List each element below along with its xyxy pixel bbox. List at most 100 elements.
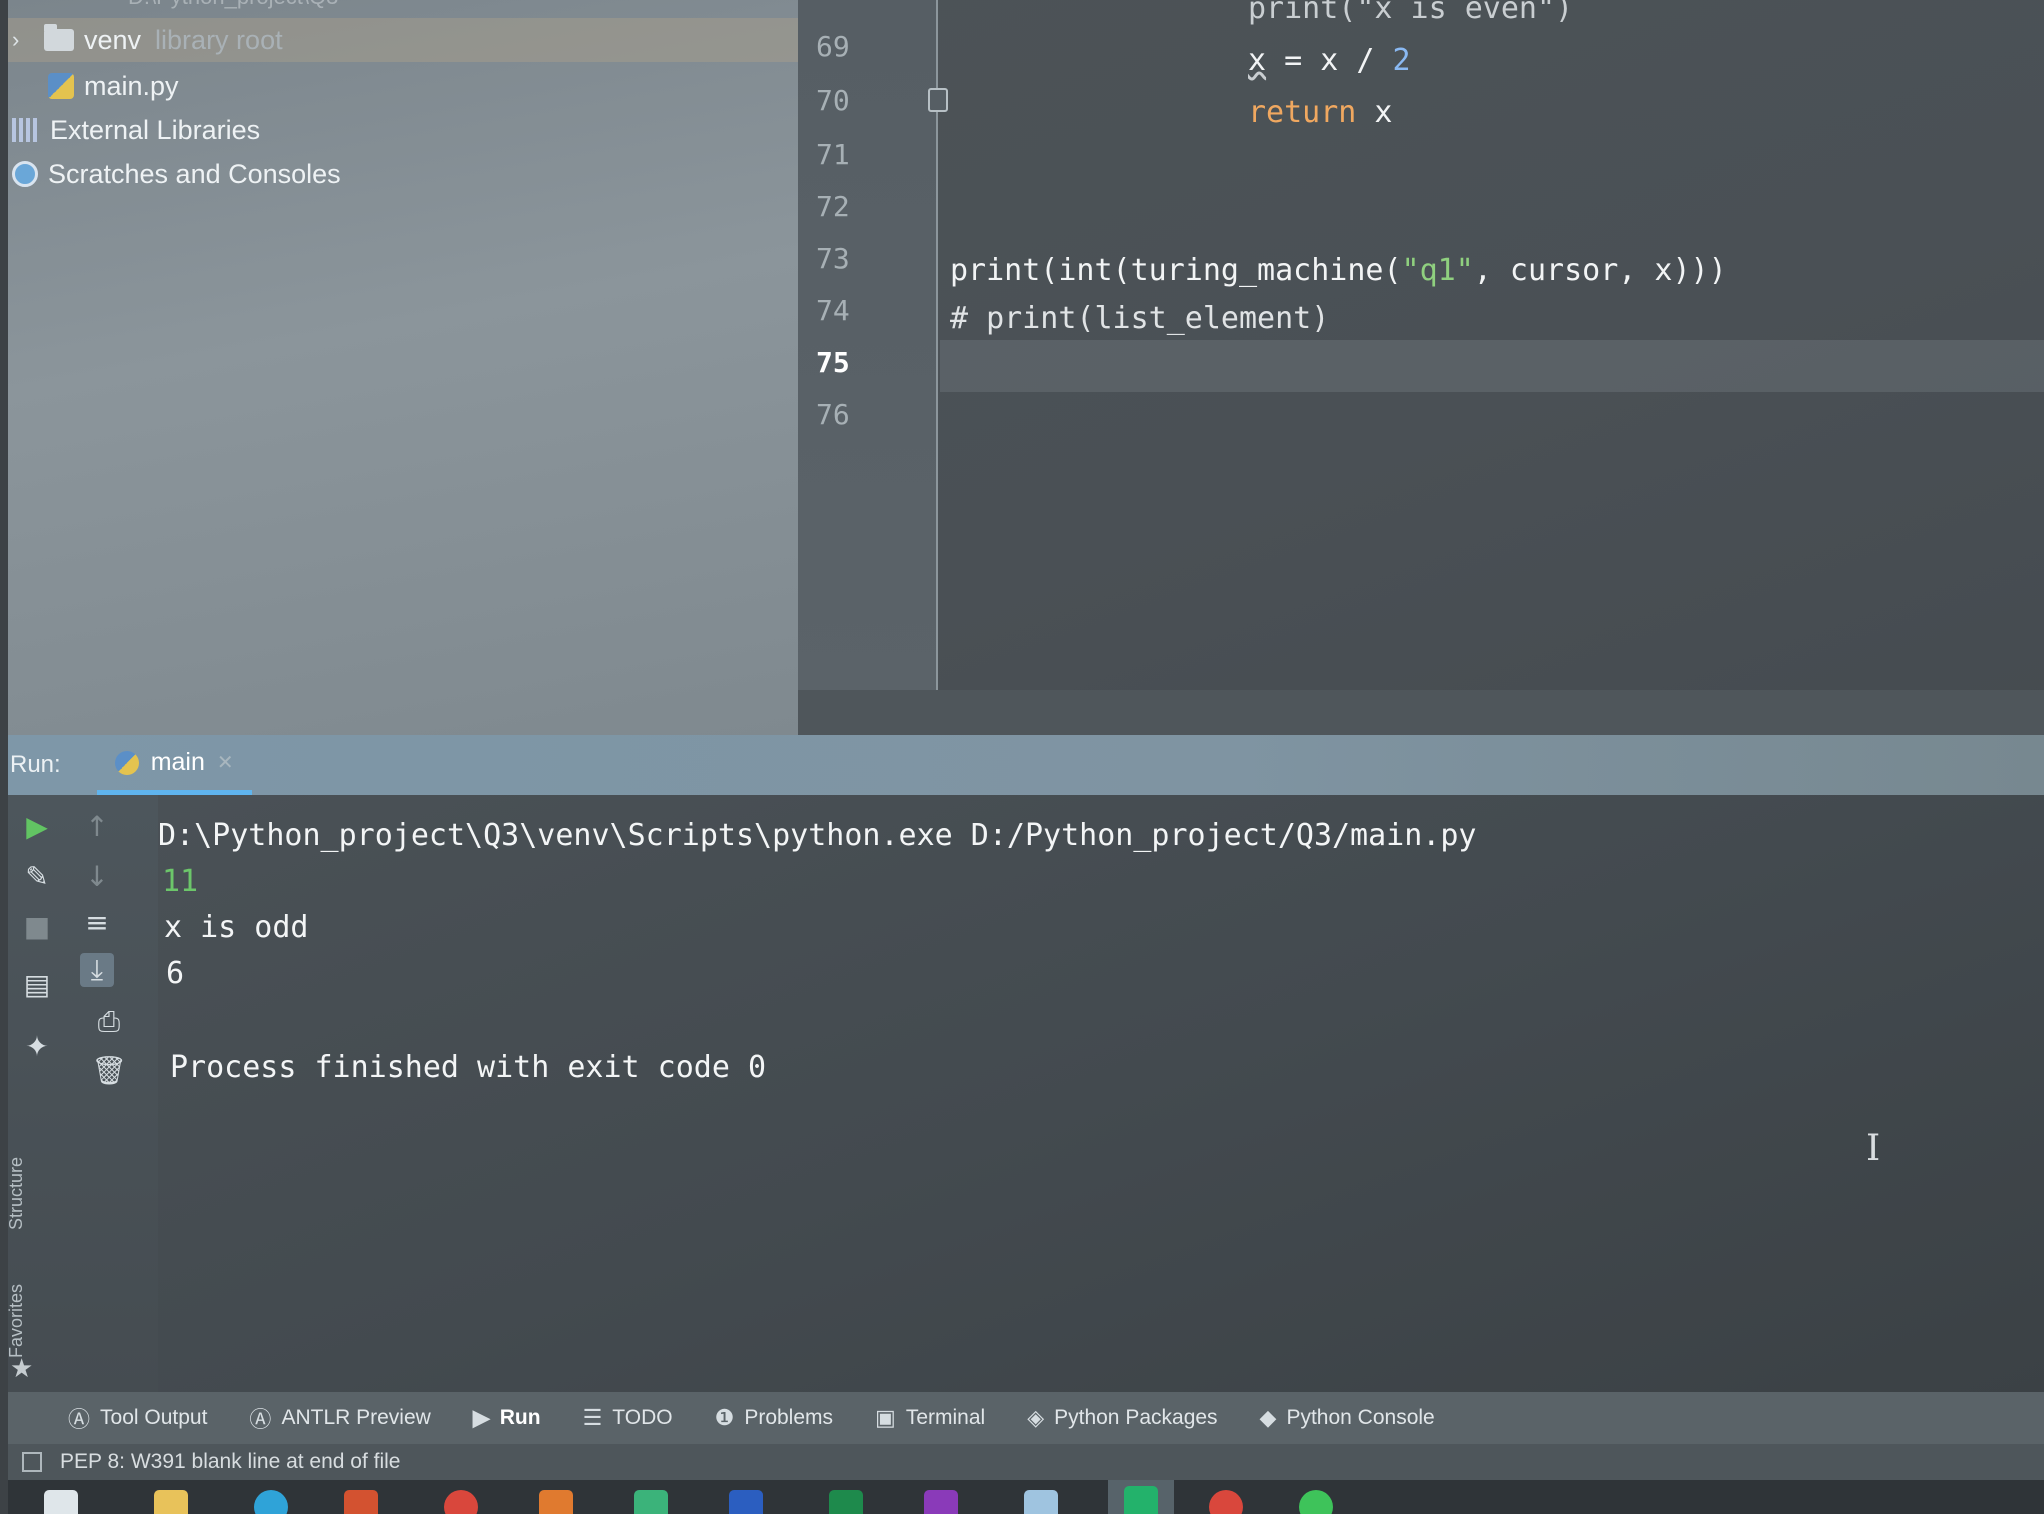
rerun-icon[interactable]: ▶ [20,809,54,843]
python-console-button[interactable]: ◆ Python Console [1260,1392,1435,1444]
edge-icon-glyph [254,1490,288,1514]
problems-button[interactable]: ❶ Problems [715,1392,833,1444]
run-icon: ▶ [472,1405,490,1430]
terminal-icon: ▣ [875,1405,896,1430]
star-icon[interactable]: ★ [10,1354,33,1384]
windows-taskbar [8,1480,2044,1514]
python-packages-button[interactable]: ◈ Python Packages [1027,1392,1217,1444]
status-toggle-icon[interactable] [22,1452,42,1472]
intellij-icon[interactable] [918,1484,964,1514]
status-bar: PEP 8: W391 blank line at end of file [8,1444,2044,1480]
run-console[interactable]: D:\Python_project\Q3\venv\Scripts\python… [158,795,2044,1395]
python-console-icon: ◆ [1259,1405,1277,1430]
chrome-icon-glyph [444,1490,478,1514]
word-icon-glyph [729,1490,763,1514]
code-token: print(int(turing_machine( [950,252,1402,288]
packages-icon: ◈ [1027,1405,1045,1430]
terminal-button[interactable]: ▣ Terminal [875,1392,985,1444]
firefox-icon[interactable] [533,1484,579,1514]
wrench-icon[interactable]: ✎ [20,859,54,893]
tree-item-label: External Libraries [50,114,261,145]
powerpoint-icon[interactable] [338,1484,384,1514]
tree-item-main-py[interactable]: main.py [8,64,798,108]
scroll-to-end-icon[interactable]: ⤓ [80,953,114,987]
print-icon[interactable]: ⎙ [92,1005,126,1039]
chrome-icon[interactable] [438,1484,484,1514]
code-token: x [1248,42,1267,78]
line-number-current: 75 [816,345,850,379]
tree-item-label: Scratches and Consoles [48,158,341,189]
tool-button-label: Python Packages [1054,1406,1218,1429]
run-tool-button[interactable]: ▶ Run [473,1392,541,1444]
tree-item-venv[interactable]: › venv library root [8,18,798,62]
soft-wrap-icon[interactable]: ≡ [80,905,114,939]
fold-marker-icon[interactable] [928,88,948,112]
edge-icon[interactable] [248,1484,294,1514]
favorites-side-tab[interactable]: Favorites [8,1268,36,1358]
folder-icon [44,24,74,51]
code-token: = x / [1266,42,1393,78]
excel-icon[interactable] [823,1484,869,1514]
stop-icon[interactable]: ■ [20,909,54,943]
tool-output-button[interactable]: Ⓐ Tool Output [68,1392,207,1444]
antlr-preview-button[interactable]: Ⓐ ANTLR Preview [249,1392,430,1444]
line-number-gutter: 69 70 71 72 73 74 75 76 [798,0,938,690]
tree-root-partial[interactable]: D:\Python_project\Q3 [8,0,798,12]
chevron-right-icon[interactable]: › [12,27,34,53]
edge-beta-icon[interactable] [628,1484,674,1514]
tool-button-label: Python Console [1286,1406,1435,1429]
code-token: 2 [1392,42,1411,78]
line-number: 70 [816,83,850,117]
layout-icon[interactable]: ▤ [20,967,54,1001]
scratch-icon [12,161,38,187]
arrow-up-icon[interactable]: ↑ [80,809,114,843]
structure-side-tab[interactable]: Structure [8,1120,36,1230]
run-tab-main[interactable]: main ✕ [96,735,252,795]
code-line-70: return x [1248,86,2044,138]
excel-icon-glyph [829,1490,863,1514]
notepad-icon[interactable] [1018,1484,1064,1514]
code-line-75-current [940,340,2044,392]
tree-item-scratches[interactable]: Scratches and Consoles [8,152,798,196]
python-icon [114,750,139,775]
trash-icon[interactable]: 🗑 [91,1053,127,1087]
tool-output-icon: Ⓐ [68,1407,91,1432]
intellij-icon-glyph [924,1490,958,1514]
file-explorer-icon[interactable] [148,1484,194,1514]
windows-start-icon[interactable] [38,1484,84,1514]
code-token: return [1248,94,1357,130]
arrow-down-icon[interactable]: ↓ [80,859,114,893]
line-number: 76 [816,397,850,431]
pycharm-icon[interactable] [1108,1480,1174,1514]
library-icon [12,118,40,142]
tree-item-external-libraries[interactable]: External Libraries [8,108,798,152]
powerpoint-icon-glyph [344,1490,378,1514]
code-line-partial: print("x is even") [1248,0,2044,34]
code-text: print("x is even") [1248,0,1574,26]
console-line-output: x is odd [164,909,309,945]
whatsapp-icon-glyph [1299,1490,1333,1514]
run-tab-label: main [150,748,205,776]
run-tool-header: Run: main ✕ [8,735,2044,795]
pin-icon[interactable]: ✦ [20,1029,54,1063]
console-line-output: 6 [166,955,185,991]
chrome-alt-icon-glyph [1209,1490,1243,1514]
problems-icon: ❶ [714,1405,735,1430]
text-cursor-icon: I [1866,1128,1881,1169]
code-line-74: # print(list_element) [950,292,2040,344]
code-editor[interactable]: 69 70 71 72 73 74 75 76 print("x is even… [798,0,2044,735]
close-icon[interactable]: ✕ [217,750,234,775]
whatsapp-icon[interactable] [1293,1484,1339,1514]
todo-button[interactable]: ☰ TODO [583,1392,673,1444]
editor-horizontal-scrollbar[interactable] [798,690,2044,735]
pycharm-icon-glyph [1124,1486,1158,1514]
chrome-alt-icon[interactable] [1203,1484,1249,1514]
file-explorer-icon-glyph [154,1490,188,1514]
antlr-icon: Ⓐ [249,1407,272,1432]
word-icon[interactable] [723,1484,769,1514]
console-line-input: 11 [162,863,199,899]
tool-button-label: TODO [612,1406,673,1429]
line-number: 71 [816,137,850,171]
code-token: # print(list_element) [950,300,1330,336]
tool-button-label: Terminal [905,1406,986,1429]
